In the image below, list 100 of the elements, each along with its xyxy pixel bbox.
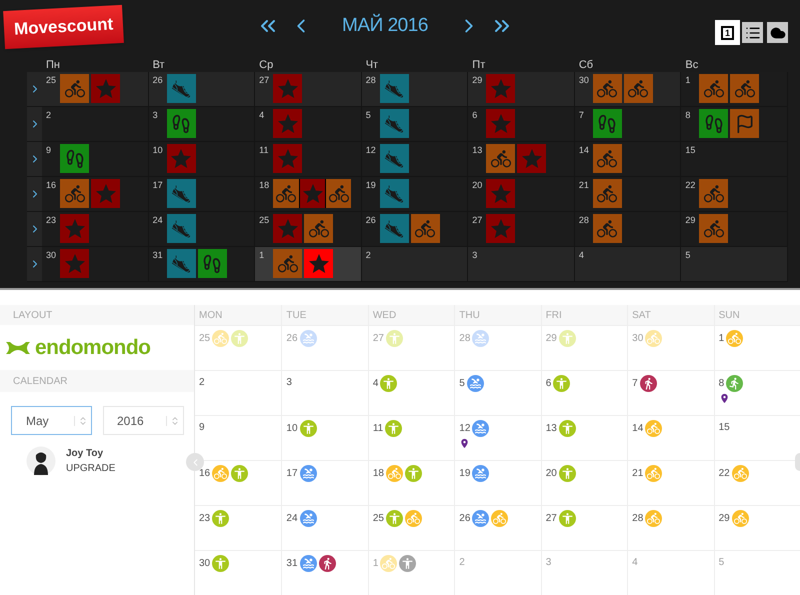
activity-tile[interactable] — [198, 249, 227, 278]
activity-tile[interactable] — [304, 249, 334, 278]
activity-tile[interactable] — [624, 74, 653, 103]
activity-tile[interactable] — [380, 144, 409, 173]
activity-tile[interactable] — [592, 74, 622, 103]
day-cell[interactable]: 8 — [681, 107, 788, 142]
day-cell[interactable]: 17 — [281, 461, 368, 505]
activity-badge[interactable] — [472, 465, 490, 482]
activity-badge[interactable] — [640, 375, 657, 392]
view-button[interactable]: 1 — [717, 22, 738, 43]
day-cell[interactable]: 29 — [468, 72, 575, 107]
activity-tile[interactable] — [486, 109, 516, 138]
activity-tile[interactable] — [380, 109, 409, 138]
activity-tile[interactable] — [273, 144, 302, 173]
upgrade-link[interactable]: UPGRADE — [66, 461, 116, 476]
activity-tile[interactable] — [273, 109, 302, 138]
day-cell[interactable]: 6 — [540, 371, 628, 415]
month-select[interactable]: May — [11, 406, 92, 435]
day-cell[interactable]: 3 — [281, 371, 368, 415]
day-cell[interactable]: 26 — [362, 212, 468, 247]
year-select[interactable]: 2016 — [103, 406, 184, 435]
activity-tile[interactable] — [91, 74, 120, 103]
day-cell[interactable]: 6 — [468, 107, 575, 142]
activity-tile[interactable] — [730, 109, 760, 138]
day-cell[interactable]: 15 — [681, 142, 788, 177]
activity-badge[interactable] — [300, 465, 317, 482]
day-cell[interactable]: 12 — [362, 142, 468, 177]
activity-tile[interactable] — [517, 144, 546, 173]
day-cell[interactable]: 19 — [362, 177, 468, 212]
day-cell[interactable]: 14 — [627, 416, 714, 460]
day-cell[interactable]: 18 — [255, 177, 362, 212]
activity-tile[interactable] — [699, 74, 728, 103]
day-cell[interactable]: 28 — [574, 212, 682, 247]
activity-tile[interactable] — [166, 144, 196, 173]
day-cell[interactable]: 9 — [195, 416, 282, 460]
day-cell[interactable]: 5 — [681, 247, 788, 282]
scroll-handle[interactable] — [795, 453, 800, 471]
activity-badge[interactable] — [466, 375, 484, 392]
activity-tile[interactable] — [380, 74, 409, 103]
day-cell[interactable]: 17 — [148, 177, 256, 212]
activity-tile[interactable] — [166, 249, 196, 278]
day-cell[interactable]: 10 — [281, 416, 368, 460]
day-cell[interactable]: 24 — [148, 212, 256, 247]
activity-tile[interactable] — [486, 214, 516, 243]
day-cell[interactable]: 22 — [681, 177, 788, 212]
activity-tile[interactable] — [592, 214, 622, 243]
activity-tile[interactable] — [699, 214, 728, 243]
day-cell[interactable]: 13 — [540, 416, 628, 460]
activity-tile[interactable] — [486, 74, 516, 103]
activity-tile[interactable] — [486, 179, 516, 208]
day-cell[interactable]: 3 — [148, 107, 256, 142]
day-cell[interactable]: 28 — [627, 506, 714, 550]
expand-week-button[interactable] — [27, 212, 42, 247]
activity-tile[interactable] — [273, 74, 302, 103]
activity-tile[interactable] — [380, 214, 409, 243]
activity-tile[interactable] — [166, 109, 196, 138]
day-cell[interactable]: 30 — [574, 72, 682, 107]
day-cell[interactable]: 26 — [148, 72, 256, 107]
day-cell[interactable]: 16 — [42, 177, 149, 212]
day-cell[interactable]: 9 — [42, 142, 149, 177]
activity-badge[interactable] — [472, 420, 490, 437]
day-cell[interactable]: 13 — [468, 142, 575, 177]
day-cell[interactable]: 25 — [255, 212, 362, 247]
day-cell[interactable]: 30 — [195, 551, 282, 595]
activity-tile[interactable] — [730, 74, 760, 103]
day-cell[interactable]: 4 — [368, 371, 454, 415]
day-cell[interactable]: 1 — [714, 326, 800, 370]
day-cell[interactable]: 5 — [362, 107, 468, 142]
activity-tile[interactable] — [304, 214, 334, 243]
activity-tile[interactable] — [273, 179, 300, 208]
activity-tile[interactable] — [592, 179, 622, 208]
day-cell[interactable]: 12 — [454, 416, 541, 460]
day-cell[interactable]: 11 — [368, 416, 454, 460]
activity-badge[interactable] — [399, 555, 416, 572]
day-cell[interactable]: 21 — [627, 461, 714, 505]
collapse-sidebar-button[interactable] — [186, 453, 204, 471]
activity-tile[interactable] — [166, 214, 196, 243]
day-cell[interactable]: 11 — [255, 142, 362, 177]
day-cell[interactable]: 24 — [281, 506, 368, 550]
activity-tile[interactable] — [166, 74, 196, 103]
day-cell[interactable]: 2 — [42, 107, 149, 142]
activity-tile[interactable] — [410, 214, 440, 243]
activity-tile[interactable] — [699, 109, 728, 138]
activity-tile[interactable] — [380, 179, 409, 208]
day-cell[interactable]: 27 — [468, 212, 575, 247]
activity-tile[interactable] — [60, 214, 89, 243]
day-cell[interactable]: 1 — [255, 247, 362, 282]
activity-badge[interactable] — [300, 555, 317, 572]
day-cell[interactable]: 28 — [362, 72, 468, 107]
day-cell[interactable]: 20 — [468, 177, 575, 212]
expand-week-button[interactable] — [27, 247, 42, 282]
activity-tile[interactable] — [166, 179, 196, 208]
activity-tile[interactable] — [273, 249, 302, 278]
day-cell[interactable]: 27 — [255, 72, 362, 107]
activity-tile[interactable] — [299, 179, 326, 208]
day-cell[interactable]: 7 — [627, 371, 714, 415]
expand-week-button[interactable] — [27, 72, 42, 107]
day-cell[interactable]: 3 — [468, 247, 575, 282]
activity-badge[interactable] — [300, 510, 317, 527]
activity-tile[interactable] — [91, 179, 120, 208]
